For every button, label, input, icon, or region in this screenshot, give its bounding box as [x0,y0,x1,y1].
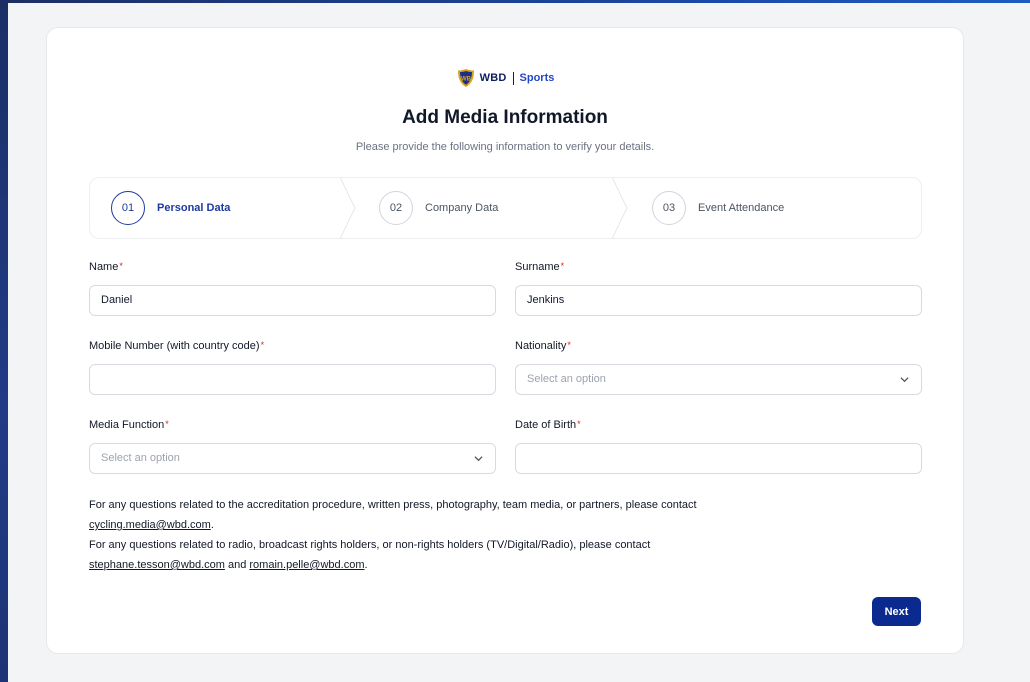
step-label: Company Data [425,202,499,214]
step-company-data[interactable]: 02 Company Data [379,178,498,238]
step-divider-chevron-icon [612,177,628,239]
progress-stepper: 01 Personal Data 02 Company Data 03 Even… [89,177,922,239]
brand-wbd-text: WBD [479,72,507,84]
required-marker: * [567,340,571,350]
info-period: . [210,519,214,531]
next-button[interactable]: Next [872,597,921,626]
info-and: and [224,559,250,571]
nationality-label-text: Nationality [515,340,567,352]
step-personal-data[interactable]: 01 Personal Data [111,178,230,238]
name-label: Name* [89,261,123,273]
media-function-label-text: Media Function [89,419,165,431]
required-marker: * [560,261,565,271]
step-number: 01 [111,191,145,225]
brand-sports-text: Sports [519,72,555,84]
wb-shield-icon: WB [457,69,474,87]
nationality-placeholder: Select an option [527,373,606,385]
dob-label: Date of Birth* [515,419,581,431]
nationality-label: Nationality* [515,340,571,352]
chevron-down-icon [474,456,483,462]
svg-text:WB: WB [461,77,472,83]
email-link-stephane-tesson[interactable]: stephane.tesson@wbd.com [89,559,225,571]
dob-label-text: Date of Birth [515,419,577,431]
window-left-edge [0,0,8,682]
media-function-select[interactable]: Select an option [89,443,496,474]
info-line-2: For any questions related to radio, broa… [89,539,651,551]
media-function-label: Media Function* [89,419,169,431]
page-title: Add Media Information [402,107,608,128]
info-line-1: For any questions related to the accredi… [89,499,697,511]
email-link-cycling-media[interactable]: cycling.media@wbd.com [89,519,211,531]
brand-logo: WB WBD Sports [47,68,963,88]
surname-label: Surname* [515,261,564,273]
step-label: Personal Data [157,202,231,214]
mobile-label-text: Mobile Number (with country code) [89,340,260,352]
form-card: WB WBD Sports Add Media Information Plea… [46,27,964,654]
required-marker: * [119,261,123,271]
step-number: 02 [379,191,413,225]
surname-label-text: Surname [515,261,560,273]
nationality-select[interactable]: Select an option [515,364,922,395]
mobile-label: Mobile Number (with country code)* [89,340,264,352]
required-marker: * [260,340,265,350]
step-label: Event Attendance [698,202,785,214]
contact-info: For any questions related to the accredi… [89,495,919,575]
mobile-input[interactable] [89,364,496,395]
email-link-romain-pelle[interactable]: romain.pelle@wbd.com [249,559,364,571]
info-period: . [364,559,368,571]
name-input[interactable]: Daniel [89,285,496,316]
brand-divider [512,71,514,85]
page-subtitle: Please provide the following information… [355,141,655,153]
media-function-placeholder: Select an option [101,452,180,464]
step-event-attendance[interactable]: 03 Event Attendance [652,178,784,238]
dob-input[interactable] [515,443,922,474]
chevron-down-icon [900,377,909,383]
name-label-text: Name [89,261,119,273]
required-marker: * [577,419,581,429]
required-marker: * [165,419,169,429]
surname-input[interactable]: Jenkins [515,285,922,316]
step-number: 03 [652,191,686,225]
step-divider-chevron-icon [340,177,356,239]
